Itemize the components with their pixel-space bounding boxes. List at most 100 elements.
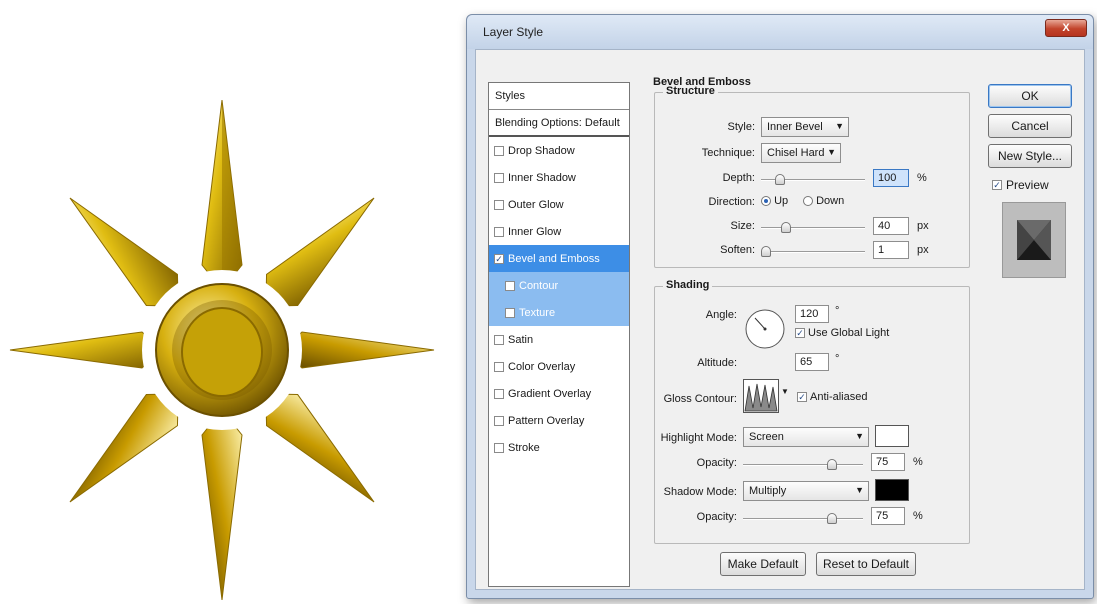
checkbox-checked-icon[interactable]: ✓: [494, 253, 504, 264]
style-item-stroke[interactable]: Stroke: [489, 434, 629, 461]
shadow-mode-select[interactable]: Multiply ▼: [743, 481, 869, 501]
style-item-gradient-overlay[interactable]: Gradient Overlay: [489, 380, 629, 407]
altitude-degree-unit: °: [835, 353, 840, 365]
altitude-label: Altitude:: [697, 357, 737, 369]
checkbox-checked-icon: ✓: [797, 392, 807, 402]
style-item-outer-glow[interactable]: Outer Glow: [489, 191, 629, 218]
altitude-input[interactable]: 65: [795, 353, 829, 371]
shadow-color-swatch[interactable]: [875, 479, 909, 501]
size-slider-thumb[interactable]: [781, 222, 791, 233]
highlight-opacity-unit: %: [913, 456, 923, 468]
make-default-button[interactable]: Make Default: [720, 552, 806, 576]
shadow-opacity-input[interactable]: 75: [871, 507, 905, 525]
depth-input[interactable]: 100: [873, 169, 909, 187]
style-item-satin[interactable]: Satin: [489, 326, 629, 353]
contour-dropdown-icon[interactable]: ▼: [781, 387, 789, 396]
highlight-mode-select[interactable]: Screen ▼: [743, 427, 869, 447]
highlight-opacity-input[interactable]: 75: [871, 453, 905, 471]
shadow-opacity-thumb[interactable]: [827, 513, 837, 524]
highlight-opacity-slider[interactable]: [743, 459, 863, 470]
technique-label: Technique:: [701, 147, 755, 159]
style-item-inner-shadow[interactable]: Inner Shadow: [489, 164, 629, 191]
soften-slider[interactable]: [761, 246, 865, 257]
checkbox-icon[interactable]: [494, 226, 504, 237]
style-item-bevel-and-emboss[interactable]: ✓ Bevel and Emboss: [489, 245, 629, 272]
direction-label: Direction:: [708, 196, 755, 208]
blending-options-item[interactable]: Blending Options: Default: [489, 110, 629, 137]
shadow-mode-value: Multiply: [749, 485, 787, 497]
checkbox-icon[interactable]: [494, 388, 504, 399]
soften-label: Soften:: [720, 244, 755, 256]
shadow-mode-label: Shadow Mode:: [663, 486, 737, 498]
checkbox-icon[interactable]: [494, 199, 504, 210]
checkbox-icon[interactable]: [494, 334, 504, 345]
structure-title: Structure: [663, 85, 718, 97]
anti-aliased-label: Anti-aliased: [810, 391, 868, 403]
depth-slider[interactable]: [761, 174, 865, 185]
size-slider[interactable]: [761, 222, 865, 233]
chevron-down-icon: ▼: [827, 147, 836, 157]
use-global-light-label: Use Global Light: [808, 327, 890, 339]
checkbox-icon[interactable]: [494, 361, 504, 372]
new-style-button[interactable]: New Style...: [988, 144, 1072, 168]
depth-unit: %: [917, 172, 927, 184]
reset-to-default-button[interactable]: Reset to Default: [816, 552, 916, 576]
style-item-pattern-overlay[interactable]: Pattern Overlay: [489, 407, 629, 434]
styles-header[interactable]: Styles: [489, 83, 629, 110]
style-label: Style:: [727, 121, 755, 133]
checkbox-icon[interactable]: [494, 172, 504, 183]
checkbox-icon[interactable]: [494, 415, 504, 426]
gold-star-artwork: [9, 99, 435, 601]
direction-up-radio[interactable]: Up: [761, 195, 788, 207]
contour-preview-icon: [744, 383, 778, 412]
shadow-opacity-slider[interactable]: [743, 513, 863, 524]
depth-label: Depth:: [722, 172, 755, 184]
style-item-inner-glow[interactable]: Inner Glow: [489, 218, 629, 245]
style-item-contour[interactable]: Contour: [489, 272, 629, 299]
checkbox-icon[interactable]: [494, 442, 504, 453]
ok-button[interactable]: OK: [988, 84, 1072, 108]
anti-aliased-checkbox[interactable]: ✓ Anti-aliased: [797, 391, 867, 403]
soften-input[interactable]: 1: [873, 241, 909, 259]
shading-group: Shading Angle: 120 ° ✓ Use Global Light …: [654, 279, 970, 544]
angle-input[interactable]: 120: [795, 305, 829, 323]
technique-select-value: Chisel Hard: [767, 147, 825, 159]
preview-bevel-icon: [1017, 220, 1051, 260]
style-item-texture[interactable]: Texture: [489, 299, 629, 326]
dialog-title: Layer Style: [483, 25, 544, 39]
style-item-color-overlay[interactable]: Color Overlay: [489, 353, 629, 380]
cancel-button[interactable]: Cancel: [988, 114, 1072, 138]
angle-dial-icon[interactable]: [743, 307, 787, 351]
preview-checkbox[interactable]: ✓ Preview: [992, 178, 1049, 192]
checkbox-icon[interactable]: [494, 145, 504, 156]
checkbox-checked-icon: ✓: [992, 180, 1002, 190]
depth-slider-thumb[interactable]: [775, 174, 785, 185]
highlight-opacity-label: Opacity:: [696, 457, 737, 469]
direction-down-radio[interactable]: Down: [803, 195, 844, 207]
highlight-opacity-thumb[interactable]: [827, 459, 837, 470]
style-item-label: Inner Shadow: [508, 171, 576, 184]
radio-on-icon: [761, 196, 771, 207]
use-global-light-checkbox[interactable]: ✓ Use Global Light: [795, 327, 889, 339]
style-select[interactable]: Inner Bevel ▼: [761, 117, 849, 137]
style-item-drop-shadow[interactable]: Drop Shadow: [489, 137, 629, 164]
style-item-label: Outer Glow: [508, 198, 564, 211]
close-button[interactable]: X: [1045, 19, 1087, 37]
checkbox-icon[interactable]: [505, 307, 515, 318]
gloss-contour-picker[interactable]: [743, 379, 779, 413]
soften-unit: px: [917, 244, 929, 256]
title-bar[interactable]: Layer Style X: [467, 15, 1093, 49]
soften-slider-thumb[interactable]: [761, 246, 771, 257]
style-select-value: Inner Bevel: [767, 121, 823, 133]
size-input[interactable]: 40: [873, 217, 909, 235]
checkbox-checked-icon: ✓: [795, 328, 805, 338]
dialog-body: Styles Blending Options: Default Drop Sh…: [475, 49, 1085, 590]
highlight-color-swatch[interactable]: [875, 425, 909, 447]
checkbox-icon[interactable]: [505, 280, 515, 291]
style-item-label: Satin: [508, 333, 534, 346]
preview-thumbnail: [1002, 202, 1066, 278]
size-label: Size:: [730, 220, 755, 232]
style-item-label: Pattern Overlay: [508, 414, 585, 427]
technique-select[interactable]: Chisel Hard ▼: [761, 143, 841, 163]
direction-up-label: Up: [774, 195, 789, 207]
